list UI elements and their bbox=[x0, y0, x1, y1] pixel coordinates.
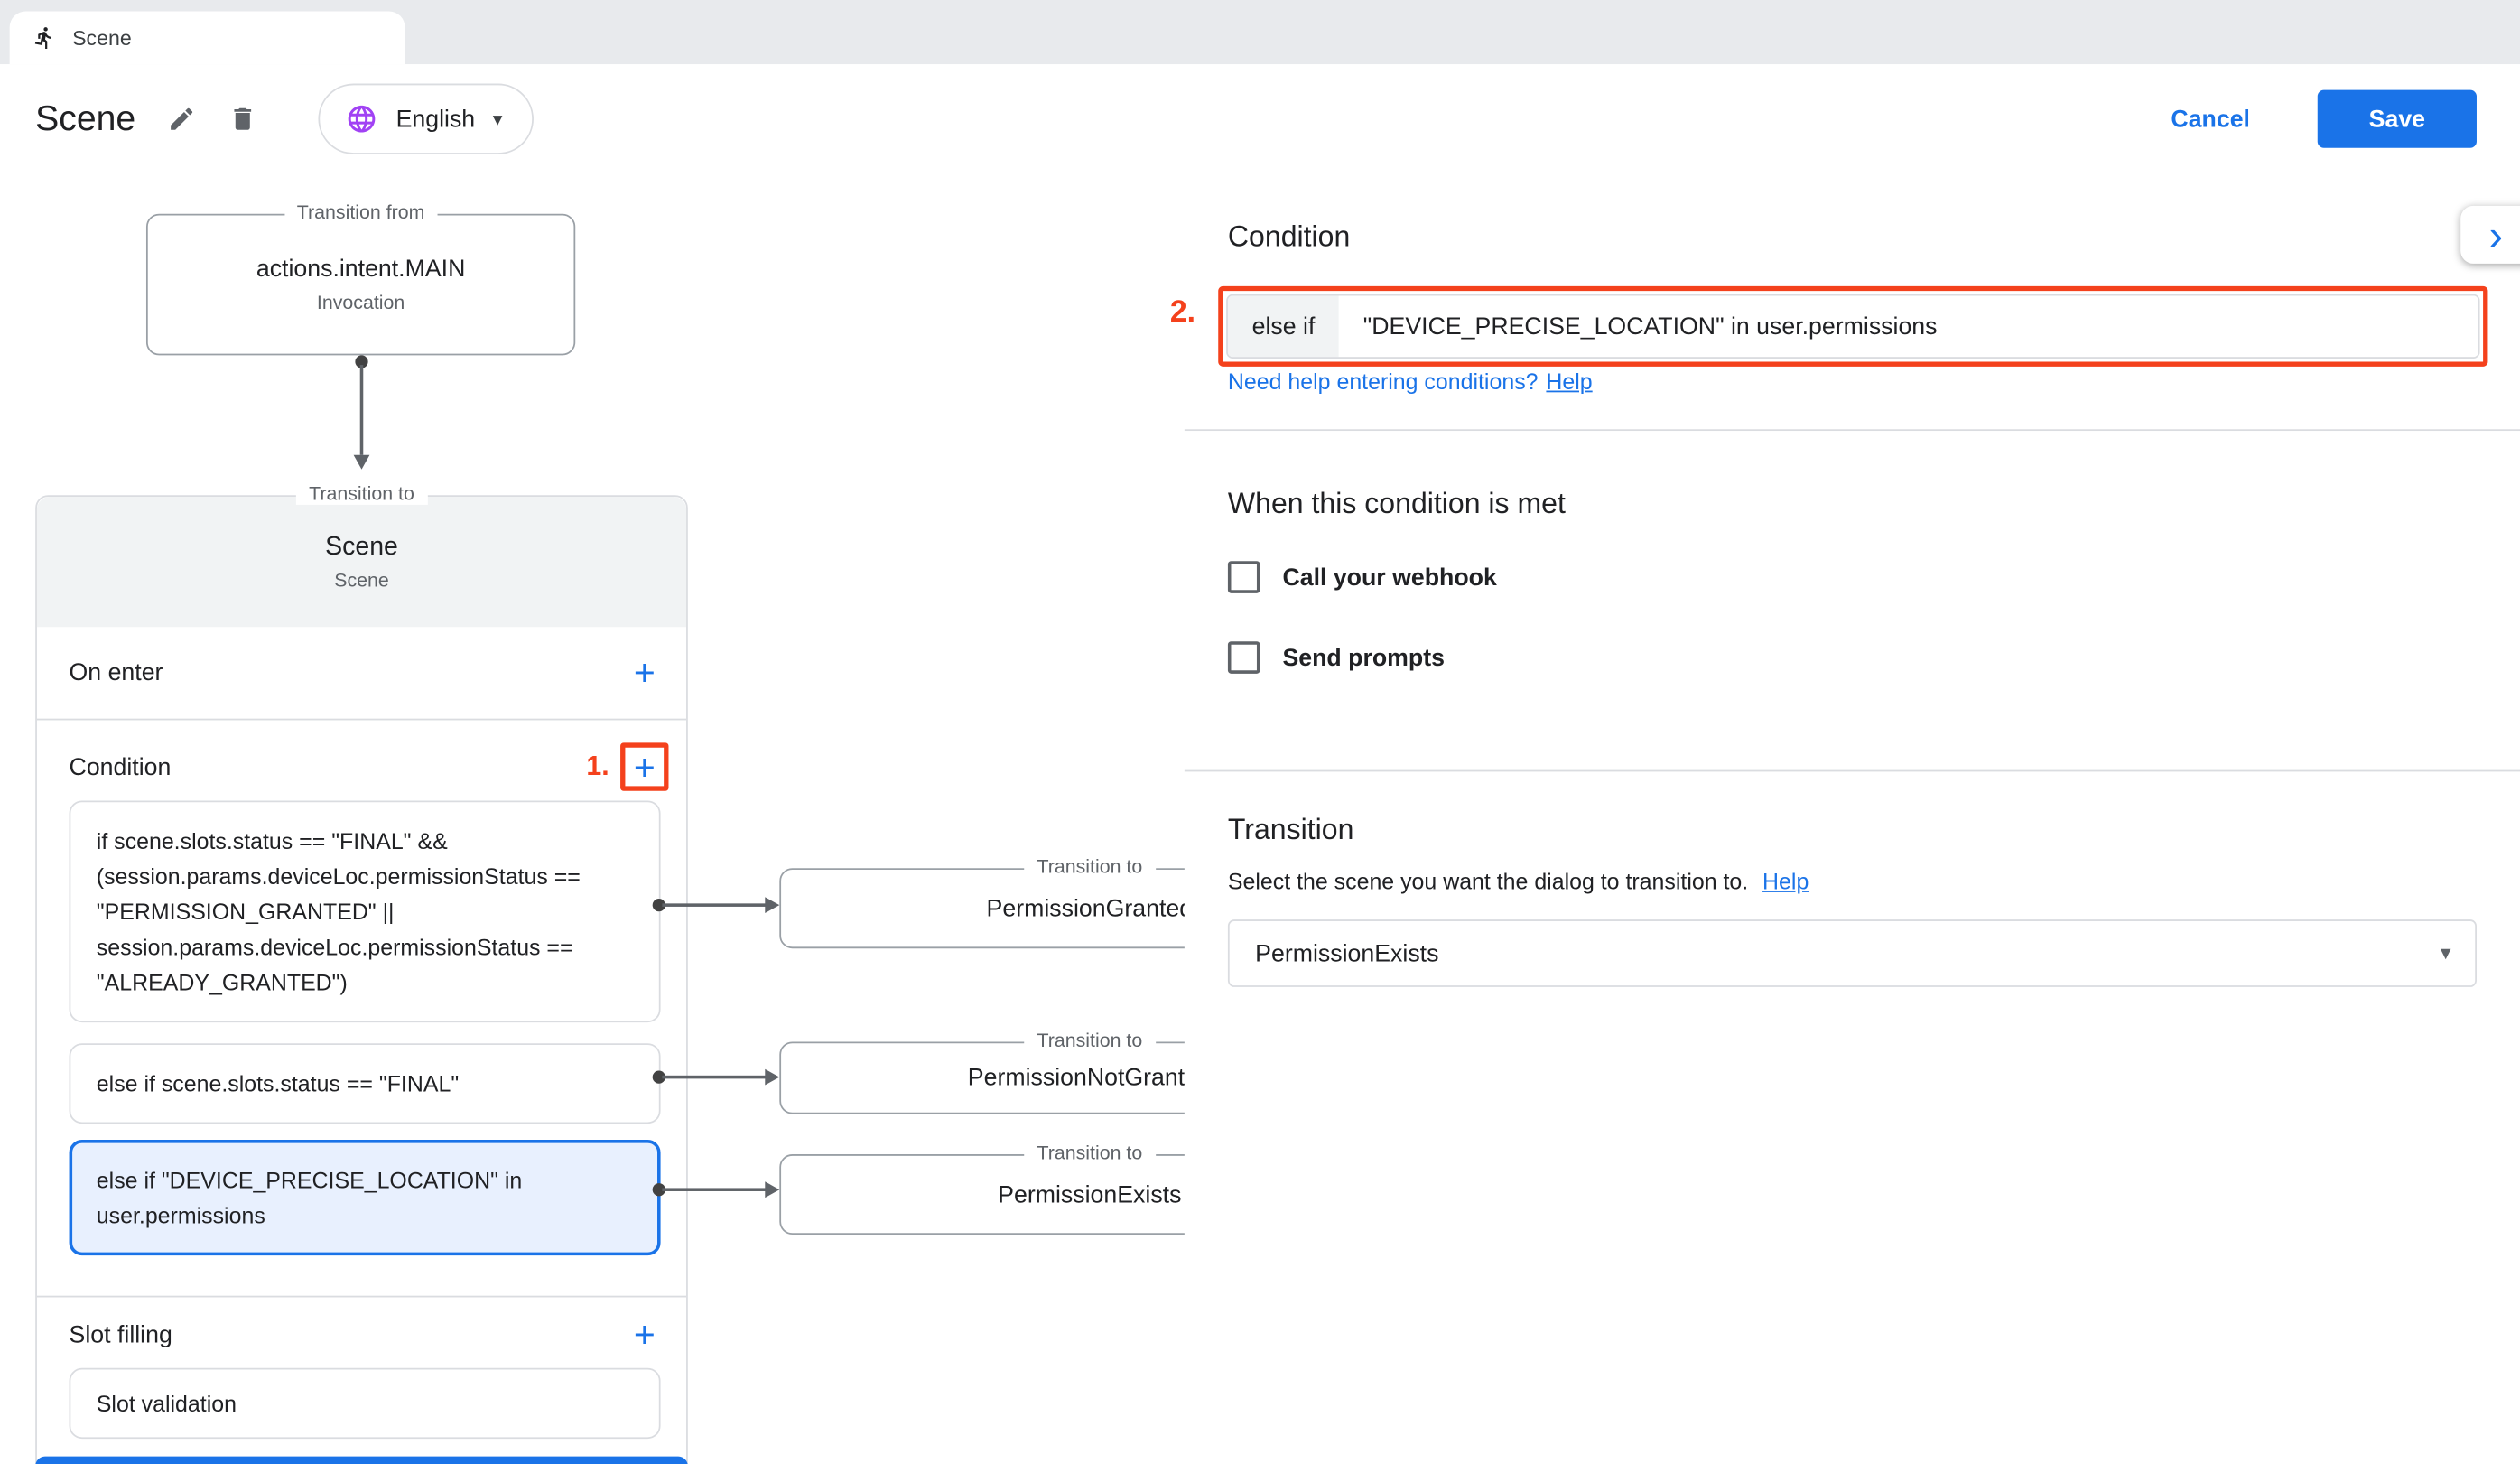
section-divider bbox=[37, 1296, 686, 1298]
slot-filling-section-header: Slot filling + bbox=[37, 1305, 686, 1363]
next-section-highlight bbox=[35, 1457, 688, 1464]
annotation-2: 2. bbox=[1170, 296, 1195, 331]
condition-prefix-chip: else if bbox=[1228, 296, 1339, 358]
selected-scene-value: PermissionExists bbox=[1255, 939, 1438, 966]
browser-tab-scene[interactable]: Scene bbox=[10, 11, 405, 64]
condition-section-header: Condition 1. + bbox=[37, 738, 686, 796]
language-selector[interactable]: English ▾ bbox=[319, 84, 533, 154]
target-node-name: PermissionNotGranted bbox=[968, 1064, 1212, 1091]
trash-icon bbox=[228, 105, 257, 134]
connector-line bbox=[662, 1188, 767, 1191]
condition-item-2[interactable]: else if scene.slots.status == "FINAL" bbox=[70, 1043, 661, 1124]
condition-help-line: Need help entering conditions? Help bbox=[1228, 368, 1593, 394]
condition-detail-panel: Condition › 2. else if "DEVICE_PRECISE_L… bbox=[1185, 173, 2520, 1464]
target-node-label: Transition to bbox=[1024, 1142, 1155, 1164]
condition-help-link[interactable]: Help bbox=[1546, 368, 1592, 394]
condition-expression-input[interactable]: "DEVICE_PRECISE_LOCATION" in user.permis… bbox=[1339, 296, 2478, 358]
page-header: Scene English ▾ Cancel Save bbox=[0, 64, 2520, 173]
on-enter-label: On enter bbox=[70, 659, 163, 686]
annotation-1: 1. bbox=[586, 751, 609, 783]
intent-name: actions.intent.MAIN bbox=[256, 256, 466, 283]
condition-section-label: Condition bbox=[70, 753, 172, 780]
on-enter-section: On enter + bbox=[37, 627, 686, 720]
save-button[interactable]: Save bbox=[2318, 90, 2477, 148]
transition-scene-select[interactable]: PermissionExists ▾ bbox=[1228, 919, 2477, 987]
page-title: Scene bbox=[35, 98, 135, 140]
intent-subtitle: Invocation bbox=[317, 291, 405, 313]
edit-scene-button[interactable] bbox=[168, 105, 197, 134]
arrowhead-right-icon bbox=[765, 1181, 779, 1198]
connector-line bbox=[360, 365, 364, 455]
app-window: Scene Scene English ▾ Cancel Save Transi… bbox=[0, 0, 2520, 1464]
chevron-right-icon: › bbox=[2489, 214, 2503, 256]
scene-node[interactable]: Transition to Scene Scene On enter + Con… bbox=[35, 495, 688, 1464]
condition-editor-highlight: else if "DEVICE_PRECISE_LOCATION" in use… bbox=[1218, 286, 2487, 367]
arrowhead-right-icon bbox=[765, 1069, 779, 1086]
connector-line bbox=[662, 903, 767, 907]
browser-tab-strip: Scene bbox=[0, 0, 2520, 64]
target-node-label: Transition to bbox=[1024, 1029, 1155, 1051]
pencil-icon bbox=[168, 105, 197, 134]
connector-line bbox=[662, 1076, 767, 1079]
language-label: English bbox=[396, 106, 476, 133]
condition-item-3-selected[interactable]: else if "DEVICE_PRECISE_LOCATION" in use… bbox=[70, 1140, 661, 1255]
send-prompts-label: Send prompts bbox=[1282, 644, 1445, 671]
webhook-option-row: Call your webhook bbox=[1228, 561, 1497, 593]
call-webhook-checkbox[interactable] bbox=[1228, 561, 1260, 593]
when-met-heading: When this condition is met bbox=[1228, 487, 1566, 520]
transition-heading: Transition bbox=[1228, 814, 1354, 847]
slot-validation-item[interactable]: Slot validation bbox=[70, 1368, 661, 1439]
chevron-down-icon: ▾ bbox=[493, 109, 503, 128]
arrowhead-down-icon bbox=[354, 455, 370, 470]
call-webhook-label: Call your webhook bbox=[1282, 564, 1496, 591]
condition-editor: else if "DEVICE_PRECISE_LOCATION" in use… bbox=[1226, 294, 2479, 359]
target-node-name: PermissionGranted bbox=[987, 895, 1194, 922]
scene-node-subtitle: Scene bbox=[334, 568, 389, 591]
add-slot-button[interactable]: + bbox=[620, 1310, 668, 1358]
prompts-option-row: Send prompts bbox=[1228, 641, 1445, 674]
condition-help-text: Need help entering conditions? bbox=[1228, 368, 1539, 394]
tab-title: Scene bbox=[72, 25, 132, 50]
add-on-enter-button[interactable]: + bbox=[620, 648, 668, 696]
target-node-name: PermissionExists bbox=[998, 1180, 1181, 1208]
send-prompts-checkbox[interactable] bbox=[1228, 641, 1260, 674]
condition-heading: Condition bbox=[1228, 220, 1350, 254]
slot-filling-label: Slot filling bbox=[70, 1320, 172, 1347]
panel-divider bbox=[1185, 770, 2520, 772]
transition-from-node[interactable]: Transition from actions.intent.MAIN Invo… bbox=[146, 214, 575, 356]
delete-scene-button[interactable] bbox=[228, 105, 257, 134]
condition-item-1[interactable]: if scene.slots.status == "FINAL" && (ses… bbox=[70, 800, 661, 1022]
globe-icon bbox=[346, 103, 378, 135]
scene-node-header: Scene Scene bbox=[37, 497, 686, 627]
chevron-down-icon: ▾ bbox=[2441, 940, 2451, 965]
cancel-button[interactable]: Cancel bbox=[2171, 106, 2250, 133]
transition-from-label: Transition from bbox=[284, 201, 438, 224]
scene-node-title: Scene bbox=[325, 533, 398, 562]
transition-help-link[interactable]: Help bbox=[1762, 868, 1809, 893]
panel-divider bbox=[1185, 429, 2520, 431]
add-condition-button[interactable]: + bbox=[620, 742, 668, 790]
actions-runner-icon bbox=[33, 25, 57, 50]
collapse-panel-button[interactable]: › bbox=[2460, 206, 2520, 264]
transition-description: Select the scene you want the dialog to … bbox=[1228, 868, 1809, 893]
arrowhead-right-icon bbox=[765, 897, 779, 913]
transition-description-text: Select the scene you want the dialog to … bbox=[1228, 868, 1748, 893]
target-node-label: Transition to bbox=[1024, 855, 1155, 878]
scene-node-label: Transition to bbox=[296, 482, 427, 505]
